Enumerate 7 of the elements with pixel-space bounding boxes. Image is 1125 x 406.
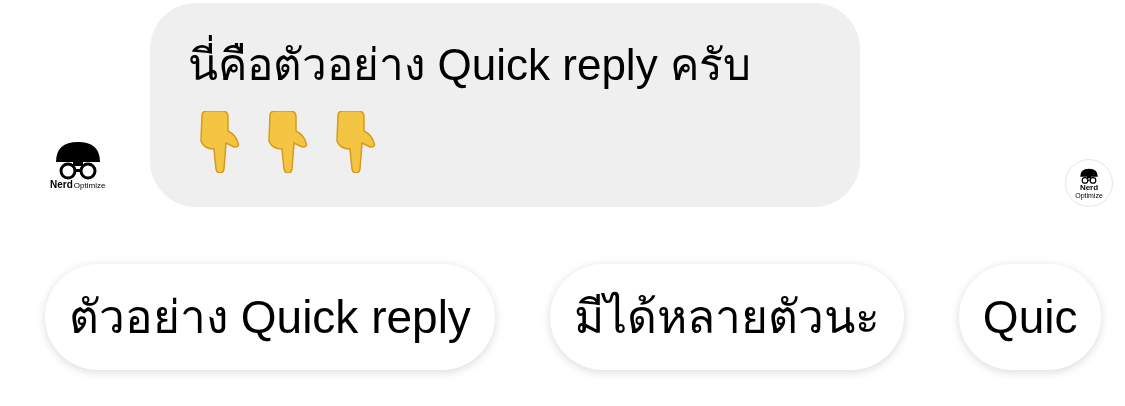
- quick-reply-button[interactable]: ตัวอย่าง Quick reply: [45, 264, 495, 370]
- logo-brand: Nerd: [1079, 183, 1099, 192]
- nerd-logo-icon: [1079, 167, 1099, 184]
- logo-tagline: Optimize: [73, 182, 106, 190]
- quick-reply-button[interactable]: มีได้หลายตัวนะ: [549, 264, 904, 370]
- quick-reply-button[interactable]: Quic: [958, 264, 1102, 370]
- logo-brand: Nerd: [50, 180, 73, 190]
